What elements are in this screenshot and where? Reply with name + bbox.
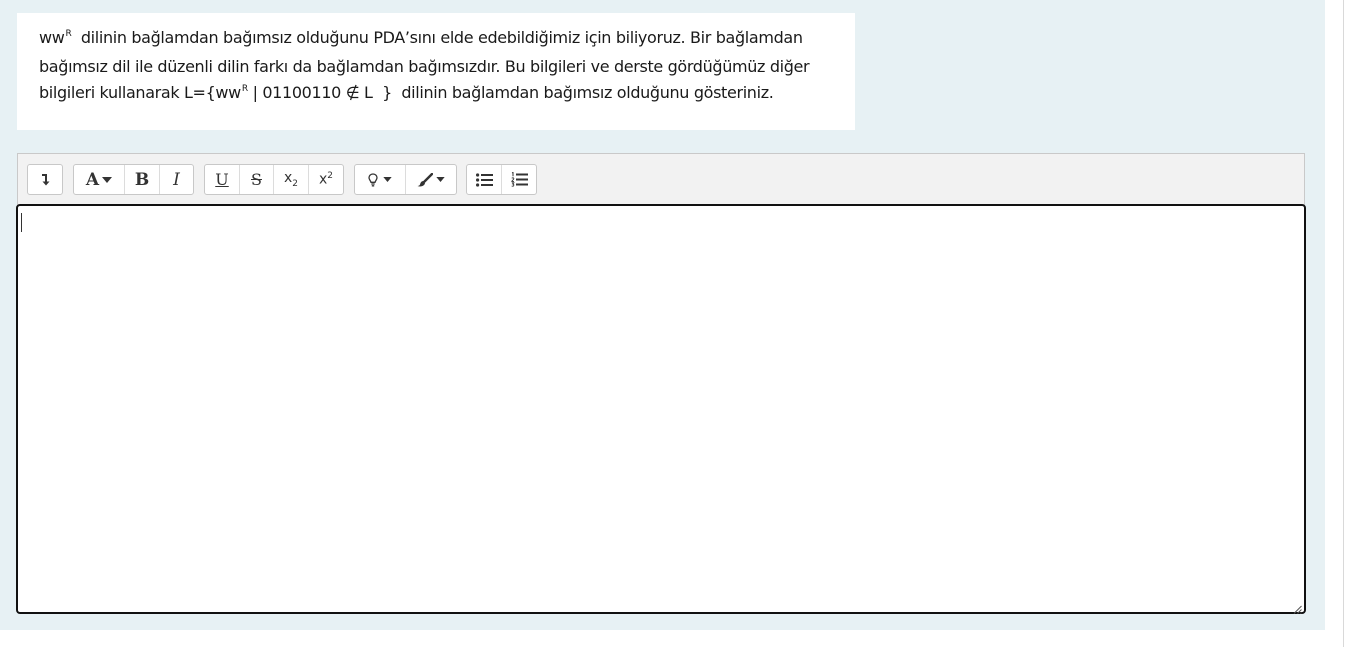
resize-grip-icon[interactable] — [1293, 601, 1302, 614]
brush-caret-icon — [417, 172, 445, 187]
question-line-1: wwR dilinin bağlamdan bağımsız olduğunu … — [39, 25, 839, 54]
highlight-button[interactable] — [355, 165, 406, 194]
strikethrough-icon: S — [251, 170, 262, 189]
lightbulb-caret-icon — [368, 172, 392, 187]
question-line-1-start: ww — [39, 28, 65, 47]
question-line-3-rest: | 01100110 ∉ L } dilinin bağlamdan bağım… — [247, 83, 774, 102]
font-style-button[interactable]: A — [74, 165, 125, 194]
editor-toolbar: A B I U S x2 x2 — [17, 153, 1305, 205]
question-panel: wwR dilinin bağlamdan bağımsız olduğunu … — [0, 0, 1325, 630]
question-line-3-start: bilgileri kullanarak L={ww — [39, 83, 241, 102]
toolbar-group-color — [354, 164, 457, 195]
question-line-3: bilgileri kullanarak L={wwR | 01100110 ∉… — [39, 80, 839, 109]
bold-icon: B — [134, 169, 150, 190]
italic-icon: I — [173, 169, 180, 190]
subscript-icon: x2 — [284, 170, 298, 189]
superscript-r: R — [241, 84, 248, 94]
italic-button[interactable]: I — [160, 165, 193, 194]
superscript-r: R — [65, 29, 72, 39]
numbered-list-icon — [510, 172, 528, 187]
question-line-1-rest: dilinin bağlamdan bağımsız olduğunu PDA’… — [71, 28, 803, 47]
subscript-button[interactable]: x2 — [274, 165, 309, 194]
text-color-button[interactable] — [406, 165, 456, 194]
toolbar-group-script: U S x2 x2 — [204, 164, 344, 195]
superscript-button[interactable]: x2 — [309, 165, 343, 194]
scrollbar-track[interactable] — [1343, 0, 1344, 647]
question-line-2: bağımsız dil ile düzenli dilin farkı da … — [39, 57, 810, 76]
strikethrough-button[interactable]: S — [240, 165, 274, 194]
font-a-caret-icon: A — [85, 169, 113, 190]
bold-button[interactable]: B — [125, 165, 160, 194]
font-a-label: A — [85, 169, 100, 190]
superscript-icon: x2 — [319, 171, 333, 188]
bullet-list-icon — [475, 172, 493, 187]
subscript-2: 2 — [292, 178, 299, 189]
collapse-arrow-icon — [40, 173, 50, 187]
underline-button[interactable]: U — [205, 165, 240, 194]
underline-icon: U — [215, 170, 229, 189]
toolbar-group-lists — [466, 164, 537, 195]
answer-editor[interactable] — [16, 204, 1306, 614]
text-caret — [21, 213, 22, 232]
collapse-toolbar-button[interactable] — [28, 165, 62, 194]
superscript-2: 2 — [327, 171, 334, 182]
question-text: wwR dilinin bağlamdan bağımsız olduğunu … — [17, 13, 855, 130]
unordered-list-button[interactable] — [467, 165, 502, 194]
toolbar-group-format: A B I — [73, 164, 194, 195]
ordered-list-button[interactable] — [502, 165, 536, 194]
toolbar-group-collapse — [27, 164, 63, 195]
